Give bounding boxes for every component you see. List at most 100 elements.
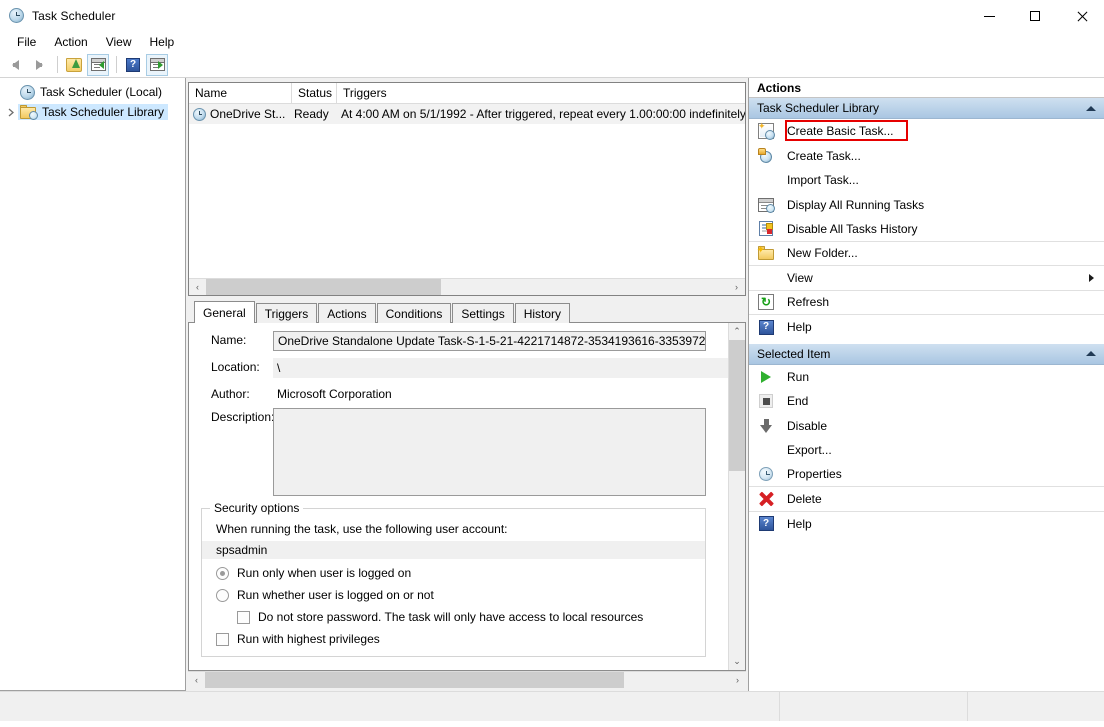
action-label: Run (787, 369, 810, 384)
action-refresh[interactable]: ↻ Refresh (749, 291, 1104, 315)
tab-actions[interactable]: Actions (318, 303, 376, 323)
task-detail-pane: General Triggers Actions Conditions Sett… (188, 301, 746, 688)
collapse-caret-icon[interactable] (1086, 105, 1096, 111)
checkbox-label: Run with highest privileges (237, 632, 380, 646)
scroll-up-button[interactable]: ⌃ (729, 323, 745, 340)
scroll-thumb[interactable] (729, 340, 745, 472)
disable-icon (757, 417, 775, 435)
action-properties[interactable]: Properties (749, 463, 1104, 487)
action-label: End (787, 394, 809, 409)
help-button[interactable]: ? (122, 54, 144, 76)
action-label: New Folder... (787, 246, 858, 261)
action-import-task[interactable]: Import Task... (749, 168, 1104, 193)
menu-action[interactable]: Action (45, 33, 96, 51)
action-end[interactable]: End (749, 389, 1104, 414)
task-list: Name Status Triggers OneDrive St... Read… (188, 82, 746, 296)
column-header-status[interactable]: Status (292, 83, 337, 103)
tree-item-task-scheduler-library[interactable]: Task Scheduler Library (0, 102, 185, 122)
action-export[interactable]: Export... (749, 438, 1104, 463)
create-basic-task-icon: ✦ (757, 122, 775, 141)
general-tab-content: Name: OneDrive Standalone Update Task-S-… (189, 323, 728, 670)
minimize-icon (983, 15, 995, 17)
show-hide-action-pane-button[interactable] (146, 53, 168, 76)
task-list-horizontal-scrollbar[interactable]: ‹ › (189, 278, 745, 295)
chevron-right-icon[interactable] (4, 108, 18, 117)
security-options-group: Security options When running the task, … (201, 501, 706, 657)
folder-clock-icon (20, 105, 38, 120)
tab-general[interactable]: General (194, 301, 255, 323)
detail-vertical-scrollbar[interactable]: ⌃ ⌄ (728, 323, 745, 670)
close-icon (1076, 11, 1087, 22)
action-label: Properties (787, 467, 842, 482)
menu-file[interactable]: File (8, 33, 45, 51)
show-hide-console-tree-button[interactable] (87, 53, 109, 76)
actions-section-header-selected-item[interactable]: Selected Item (749, 343, 1104, 365)
action-display-all-running-tasks[interactable]: Display All Running Tasks (749, 193, 1104, 218)
checkbox-run-with-highest-privileges[interactable]: Run with highest privileges (202, 628, 705, 650)
window-controls (966, 0, 1104, 32)
scroll-thumb[interactable] (205, 672, 625, 688)
radio-icon (216, 566, 229, 580)
detail-horizontal-scrollbar[interactable]: ‹ › (188, 671, 746, 688)
scroll-right-button[interactable]: › (729, 672, 746, 688)
scroll-thumb[interactable] (206, 279, 441, 295)
scroll-left-button[interactable]: ‹ (189, 279, 206, 295)
toolbar-separator-1 (57, 56, 58, 73)
menu-help[interactable]: Help (141, 33, 184, 51)
scroll-left-button[interactable]: ‹ (188, 672, 205, 688)
scroll-track[interactable] (205, 672, 729, 688)
back-button[interactable] (4, 54, 26, 76)
radio-run-only-when-logged-on[interactable]: Run only when user is logged on (202, 562, 705, 584)
forward-button[interactable] (28, 54, 50, 76)
refresh-icon: ↻ (757, 293, 775, 311)
action-disable[interactable]: Disable (749, 414, 1104, 439)
section-header-label: Task Scheduler Library (757, 101, 880, 115)
tab-history[interactable]: History (514, 303, 571, 323)
action-create-task[interactable]: Create Task... (749, 144, 1104, 169)
delete-icon (757, 490, 775, 508)
table-row[interactable]: OneDrive St... Ready At 4:00 AM on 5/1/1… (189, 104, 745, 124)
tree-item-label: Task Scheduler Library (42, 105, 165, 119)
task-name-cell: OneDrive St... (189, 107, 292, 121)
window-title: Task Scheduler (32, 9, 116, 23)
scroll-track[interactable] (729, 340, 745, 653)
scroll-right-button[interactable]: › (728, 279, 745, 295)
tree-item-task-scheduler-local[interactable]: Task Scheduler (Local) (0, 82, 185, 102)
task-status-cell: Ready (294, 107, 329, 121)
action-new-folder[interactable]: ✦ New Folder... (749, 242, 1104, 266)
radio-run-whether-logged-on-or-not[interactable]: Run whether user is logged on or not (202, 584, 705, 606)
console-tree-pane: Task Scheduler (Local) Task Scheduler Li… (0, 78, 186, 691)
action-label: Display All Running Tasks (787, 197, 925, 212)
help-icon: ? (126, 57, 140, 72)
action-create-basic-task[interactable]: ✦ Create Basic Task... (749, 119, 1104, 144)
author-label: Author: (211, 387, 250, 401)
scroll-track[interactable] (206, 279, 728, 295)
console-tree-icon (90, 58, 106, 71)
up-folder-button[interactable] (63, 54, 85, 76)
checkbox-do-not-store-password[interactable]: Do not store password. The task will onl… (202, 606, 705, 628)
scroll-down-button[interactable]: ⌄ (729, 653, 745, 670)
column-header-name[interactable]: Name (189, 83, 292, 103)
tab-triggers[interactable]: Triggers (255, 303, 318, 323)
menu-view[interactable]: View (97, 33, 141, 51)
actions-section-header-library[interactable]: Task Scheduler Library (749, 98, 1104, 119)
action-help-selected[interactable]: ? Help (749, 512, 1104, 537)
action-run[interactable]: Run (749, 365, 1104, 390)
description-label: Description: (211, 410, 275, 424)
column-header-triggers[interactable]: Triggers (337, 83, 745, 103)
status-bar-main-cell (0, 692, 780, 721)
minimize-button[interactable] (966, 0, 1012, 32)
status-bar-cell-2 (780, 692, 968, 721)
description-input[interactable] (273, 408, 706, 496)
action-help-library[interactable]: ? Help (749, 315, 1104, 340)
collapse-caret-icon[interactable] (1086, 351, 1096, 356)
maximize-button[interactable] (1012, 0, 1058, 32)
tab-conditions[interactable]: Conditions (376, 303, 452, 323)
name-input[interactable]: OneDrive Standalone Update Task-S-1-5-21… (273, 331, 706, 351)
tab-settings[interactable]: Settings (452, 303, 514, 323)
action-view[interactable]: View (749, 266, 1104, 291)
action-delete[interactable]: Delete (749, 487, 1104, 512)
task-triggers-cell: At 4:00 AM on 5/1/1992 - After triggered… (341, 107, 745, 121)
action-disable-all-tasks-history[interactable]: Disable All Tasks History (749, 217, 1104, 242)
close-button[interactable] (1058, 0, 1104, 32)
